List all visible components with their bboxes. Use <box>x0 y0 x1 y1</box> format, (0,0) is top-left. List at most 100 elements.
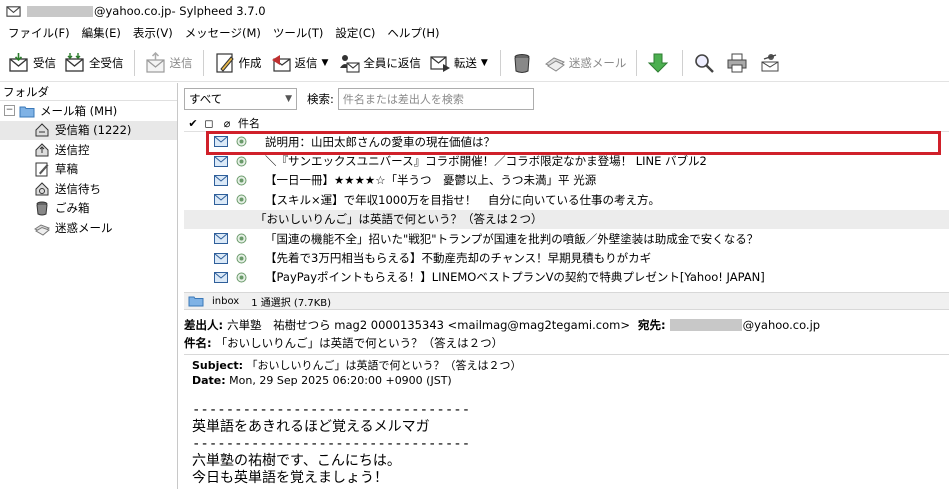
body-subject-value: 「おいしいりんご」は英語で何という？（答えは２つ） <box>246 359 522 372</box>
message-list: 説明用：山田太郎さんの愛車の現在価値は？ ＼『サンエックスユニバース』コラボ開催… <box>184 132 949 290</box>
read-status-icon <box>236 272 247 283</box>
menu-bar: ファイル(F) 編集(E) 表示(V) メッセージ(M) ツール(T) 設定(C… <box>0 22 949 44</box>
read-status-icon <box>236 253 247 264</box>
folder-root[interactable]: − メール箱 (MH) <box>0 101 177 121</box>
receive-button[interactable]: 受信 <box>4 48 60 78</box>
menu-view[interactable]: 表示(V) <box>127 22 179 44</box>
next-unread-button[interactable] <box>643 48 676 78</box>
reply-label: 返信 <box>294 55 318 70</box>
body-subject-line: Subject: 「おいしいりんご」は英語で何という？（答えは２つ） <box>192 358 949 373</box>
mail-icon <box>214 136 228 148</box>
forward-label: 転送 <box>453 55 477 70</box>
filter-dropdown[interactable]: すべて ▼ <box>184 88 297 110</box>
column-check[interactable]: ✔ <box>184 117 202 130</box>
folder-item-junk[interactable]: 迷惑メール <box>0 218 177 238</box>
folder-item-trash[interactable]: ごみ箱 <box>0 199 177 219</box>
delete-button[interactable] <box>507 48 540 78</box>
menu-edit[interactable]: 編集(E) <box>76 22 127 44</box>
message-row[interactable]: 「国連の機能不全」招いた"戦犯"トランプが国連を批判の噴飯／外壁塗装は助成金で安… <box>184 229 949 248</box>
message-subject: 【先着で3万円相当もらえる】不動産売却のチャンス！早期見積もりがカギ <box>265 251 652 266</box>
read-status-icon <box>236 233 247 244</box>
message-row[interactable]: ＼『サンエックスユニバース』コラボ開催！／コラボ限定なかま登場！ LINE バブ… <box>184 151 949 170</box>
message-header-pane: 差出人: 六単塾 祐樹せつら mag2 0000135343 <mailmag@… <box>184 316 949 356</box>
message-row-selected[interactable]: 「おいしいりんご」は英語で何という？（答えは２つ） <box>184 209 949 229</box>
to-value-suffix[interactable]: @yahoo.co.jp <box>743 318 820 332</box>
menu-settings[interactable]: 設定(C) <box>329 22 381 44</box>
collapse-icon[interactable]: − <box>4 105 15 117</box>
filter-selected-value: すべて <box>189 92 223 106</box>
mail-icon <box>214 252 228 264</box>
attachment-column-icon[interactable]: ⌀ <box>216 117 238 130</box>
print-button[interactable] <box>722 48 755 78</box>
message-row[interactable]: 【スキル×運】で年収1000万を目指せ！ 自分に向いている仕事の考え方。 <box>184 190 949 209</box>
folder-icon <box>19 106 35 118</box>
forward-dropdown-icon[interactable]: ▼ <box>481 58 488 68</box>
sent-icon <box>35 143 49 157</box>
compose-button[interactable]: 作成 <box>210 48 266 78</box>
redacted-recipient <box>669 319 742 331</box>
toolbar-separator <box>499 49 501 76</box>
mail-icon <box>214 233 228 245</box>
message-list-header: ✔ ◻ ⌀ 件名 <box>184 115 949 132</box>
reply-dropdown-icon[interactable]: ▼ <box>322 58 329 68</box>
folder-item-sent[interactable]: 送信控 <box>0 140 177 160</box>
reply-all-button[interactable]: 全員に返信 <box>334 48 425 78</box>
message-row[interactable]: 【先着で3万円相当もらえる】不動産売却のチャンス！早期見積もりがカギ <box>184 248 949 267</box>
column-subject[interactable]: 件名 <box>238 115 260 131</box>
search-input[interactable] <box>337 88 534 110</box>
send-button[interactable]: 送信 <box>141 48 197 78</box>
trash-can-icon <box>514 53 530 73</box>
send-label: 送信 <box>169 55 193 70</box>
inbox-icon <box>35 123 49 137</box>
message-body-text: --------------------------------- 英単語をあき… <box>192 402 471 486</box>
reply-button[interactable]: 返信 ▼ <box>266 48 335 78</box>
list-status-bar: inbox 1 通選択 (7.7KB) <box>184 292 949 310</box>
spam-button[interactable]: 迷惑メール <box>540 48 631 78</box>
folder-item-queue[interactable]: 送信待ち <box>0 179 177 199</box>
body-date-label: Date: <box>192 374 226 387</box>
reply-all-label: 全員に返信 <box>363 55 421 70</box>
menu-file[interactable]: ファイル(F) <box>2 22 76 44</box>
menu-help[interactable]: ヘルプ(H) <box>381 22 445 44</box>
folder-icon <box>188 296 204 307</box>
receive-label: 受信 <box>33 55 56 70</box>
from-value[interactable]: 六単塾 祐樹せつら mag2 0000135343 <mailmag@mag2t… <box>227 317 630 333</box>
title-bar: @yahoo.co.jp - Sylpheed 3.7.0 <box>0 0 949 22</box>
folder-item-label: 草稿 <box>55 162 78 177</box>
compose-pencil-icon <box>215 52 234 73</box>
toolbar: 受信 全受信 送信 作成 返信 ▼ 全員に返信 転送 ▼ 迷惑メール <box>0 44 949 82</box>
message-subject: 【PayPayポイントもらえる！】LINEMOベストプランVの契約で特典プレゼン… <box>265 270 765 285</box>
message-subject: 説明用：山田太郎さんの愛車の現在価値は？ <box>265 134 495 149</box>
message-row[interactable]: 【PayPayポイントもらえる！】LINEMOベストプランVの契約で特典プレゼン… <box>184 268 949 287</box>
read-status-icon <box>236 156 247 167</box>
message-row[interactable]: 【一日一冊】★★★★☆「半うつ 憂鬱以上、うつ未満」平 光源 <box>184 171 949 190</box>
address-book-button[interactable] <box>755 48 788 78</box>
folder-item-label: 迷惑メール <box>55 220 113 235</box>
subject-label: 件名: <box>184 336 212 350</box>
to-label: 宛先: <box>637 318 666 332</box>
folder-item-draft[interactable]: 草稿 <box>0 160 177 180</box>
queue-icon <box>35 182 49 196</box>
chevron-down-icon: ▼ <box>285 94 292 104</box>
message-row[interactable]: 説明用：山田太郎さんの愛車の現在価値は？ <box>184 132 949 151</box>
toolbar-separator <box>133 49 135 76</box>
draft-icon <box>35 162 49 177</box>
from-label: 差出人: <box>184 318 224 332</box>
column-mark-icon[interactable]: ◻ <box>202 117 216 130</box>
folder-root-label: メール箱 (MH) <box>40 103 118 118</box>
forward-button[interactable]: 転送 ▼ <box>425 48 494 78</box>
menu-message[interactable]: メッセージ(M) <box>179 22 267 44</box>
message-subject: 「国連の機能不全」招いた"戦犯"トランプが国連を批判の噴飯／外壁塗装は助成金で安… <box>265 231 759 246</box>
mail-icon <box>214 271 228 283</box>
mail-icon <box>214 174 228 186</box>
menu-tools[interactable]: ツール(T) <box>267 22 330 44</box>
message-body-pane[interactable]: Subject: 「おいしいりんご」は英語で何という？（答えは２つ） Date:… <box>184 354 949 489</box>
filter-bar: すべて ▼ 検索: <box>184 86 949 112</box>
spam-mail-icon <box>544 56 565 72</box>
receive-all-button[interactable]: 全受信 <box>60 48 128 78</box>
folder-item-inbox[interactable]: 受信箱 (1222) <box>0 120 177 140</box>
body-date-value: Mon, 29 Sep 2025 06:20:00 +0900 (JST) <box>229 374 452 387</box>
search-button[interactable] <box>689 48 722 78</box>
address-book-icon <box>761 53 779 71</box>
compose-label: 作成 <box>238 55 262 70</box>
